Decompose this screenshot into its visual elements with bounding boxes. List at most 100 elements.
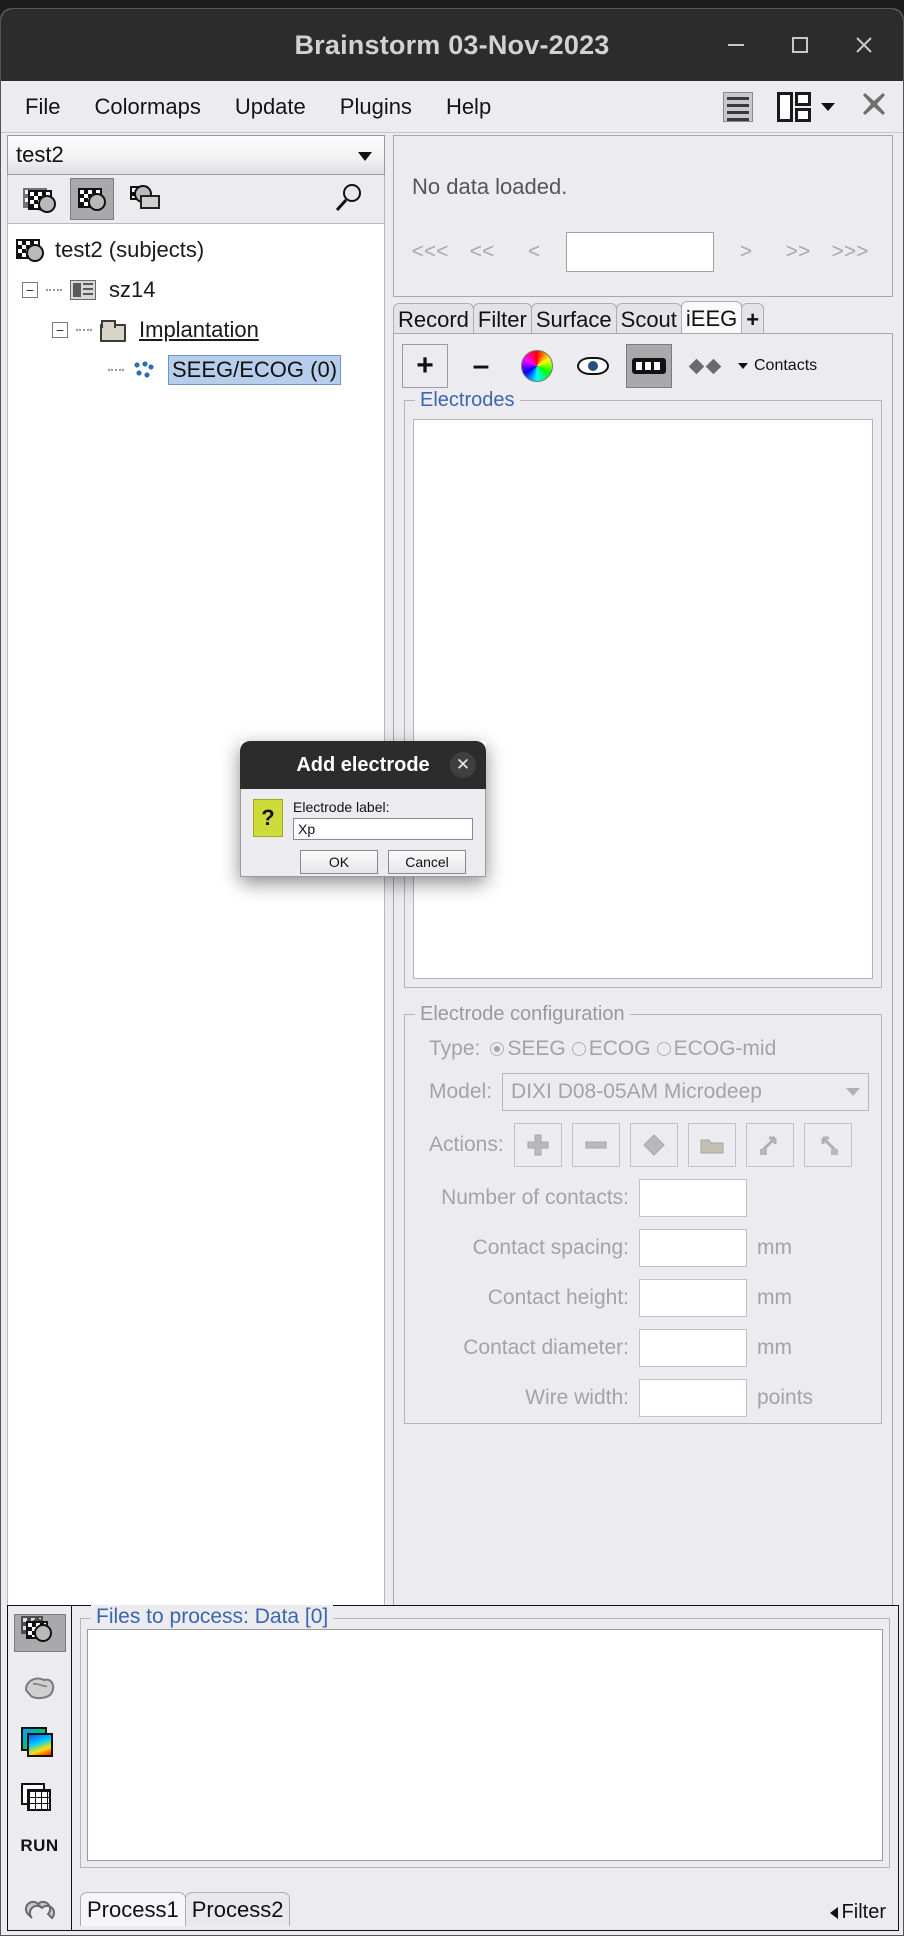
contact-diameter-label: Contact diameter: — [463, 1336, 629, 1359]
close-icon[interactable] — [849, 30, 879, 60]
time-nav-row: <<< << < > >> >>> — [404, 232, 876, 272]
anatomy-view-button[interactable] — [16, 178, 60, 220]
filter-toggle[interactable]: Filter — [829, 1901, 886, 1924]
layout-icon[interactable] — [777, 92, 811, 122]
electrode-label-input[interactable]: Xp — [293, 818, 473, 840]
tab-add[interactable]: + — [741, 303, 765, 335]
contact-diameter-unit: mm — [757, 1336, 792, 1359]
menu-colormaps[interactable]: Colormaps — [80, 90, 214, 124]
panel-select-icon[interactable] — [723, 92, 753, 122]
chevron-down-icon[interactable] — [821, 103, 835, 111]
tab-process2[interactable]: Process2 — [184, 1892, 291, 1926]
add-model-icon[interactable] — [513, 1123, 562, 1167]
electrodes-group-legend: Electrodes — [415, 389, 520, 412]
contact-diameter-input[interactable] — [639, 1329, 747, 1367]
contact-spacing-input[interactable] — [639, 1229, 747, 1267]
process-panel: RUN Files to process: Data [0] Process1 … — [7, 1605, 899, 1931]
electrode-color-button[interactable] — [514, 344, 560, 388]
search-icon[interactable] — [332, 181, 366, 220]
close-icon[interactable]: ✕ — [450, 752, 476, 778]
nav-next-page-button[interactable]: >> — [772, 240, 824, 264]
contact-height-input[interactable] — [639, 1279, 747, 1317]
expander-minus-icon[interactable]: − — [52, 322, 68, 338]
field-row-contacts: Number of contacts: — [405, 1173, 881, 1223]
add-electrode-button[interactable]: + — [402, 344, 448, 388]
color-wheel-icon — [521, 350, 553, 382]
radio-ecog-mid[interactable]: ECOG-mid — [656, 1037, 776, 1061]
radio-ecog[interactable]: ECOG — [571, 1037, 651, 1061]
cancel-button[interactable]: Cancel — [388, 850, 466, 874]
tab-ieeg[interactable]: iEEG — [680, 301, 743, 335]
tree-item-seeg-ecog[interactable]: SEEG/ECOG (0) — [8, 350, 384, 390]
tab-record[interactable]: Record — [393, 303, 474, 335]
app-root: Brainstorm 03-Nov-2023 File Colormaps Up… — [0, 0, 904, 1936]
tree-item-protocol[interactable]: test2 (subjects) — [8, 230, 384, 270]
remove-electrode-button[interactable]: – — [458, 344, 504, 388]
time-input[interactable] — [566, 232, 714, 272]
electrodes-list[interactable] — [413, 419, 873, 979]
protocol-select[interactable]: test2 — [7, 135, 385, 175]
process-source-button[interactable] — [14, 1670, 66, 1708]
nav-next-button[interactable]: > — [720, 240, 772, 264]
ok-button[interactable]: OK — [300, 850, 378, 874]
minimize-icon[interactable] — [721, 30, 751, 60]
process-matrix-button[interactable] — [14, 1781, 66, 1819]
radio-seeg[interactable]: SEEG — [490, 1037, 566, 1061]
tab-process1[interactable]: Process1 — [80, 1892, 186, 1926]
explorer-toolbar — [7, 175, 385, 223]
functional-subjects-view-button[interactable] — [70, 178, 114, 220]
menu-file[interactable]: File — [11, 90, 74, 124]
filter-label: Filter — [841, 1901, 886, 1923]
display-electrodes-button[interactable] — [626, 344, 672, 388]
menu-update[interactable]: Update — [221, 90, 320, 124]
load-model-icon[interactable] — [687, 1123, 736, 1167]
pipeline-icon[interactable] — [14, 1892, 66, 1930]
files-to-process-list[interactable] — [87, 1629, 883, 1861]
tree-connector — [46, 289, 62, 291]
show-hide-electrodes-button[interactable] — [570, 344, 616, 388]
window-controls — [721, 9, 893, 81]
radio-icon — [656, 1042, 671, 1056]
contact-spacing-unit: mm — [757, 1236, 792, 1259]
model-select[interactable]: DIXI D08-05AM Microdeep — [502, 1073, 869, 1111]
tab-filter[interactable]: Filter — [472, 303, 532, 335]
edit-model-icon[interactable] — [629, 1123, 678, 1167]
wire-width-unit: points — [757, 1386, 814, 1409]
remove-model-icon[interactable] — [571, 1123, 620, 1167]
process-data-button[interactable] — [13, 1614, 66, 1652]
contacts-dropdown[interactable]: Contacts — [738, 357, 817, 375]
tree-item-implantation[interactable]: − Implantation — [8, 310, 384, 350]
nav-prev-button[interactable]: < — [508, 240, 560, 264]
nav-prev-page-button[interactable]: << — [456, 240, 508, 264]
dialog-title-bar: Add electrode ✕ — [240, 741, 486, 789]
expander-minus-icon[interactable]: − — [22, 282, 38, 298]
database-tree[interactable]: test2 (subjects) − sz14 − Implantation S… — [7, 223, 385, 1613]
tab-surface[interactable]: Surface — [530, 303, 617, 335]
process-timefreq-button[interactable] — [14, 1725, 66, 1763]
number-of-contacts-input[interactable] — [639, 1179, 747, 1217]
tab-scout[interactable]: Scout — [615, 303, 682, 335]
menu-help[interactable]: Help — [432, 90, 505, 124]
set-tip-icon[interactable] — [745, 1123, 794, 1167]
menu-plugins[interactable]: Plugins — [326, 90, 426, 124]
menu-bar: File Colormaps Update Plugins Help — [1, 81, 903, 133]
radio-icon — [571, 1042, 586, 1056]
display-contacts-button[interactable] — [682, 344, 728, 388]
tree-item-subject[interactable]: − sz14 — [8, 270, 384, 310]
nav-first-button[interactable]: <<< — [404, 240, 456, 264]
functional-studies-view-button[interactable] — [124, 178, 168, 220]
actions-row: Actions: — [405, 1117, 881, 1173]
question-icon: ? — [253, 799, 283, 837]
model-row: Model: DIXI D08-05AM Microdeep — [405, 1067, 881, 1117]
maximize-icon[interactable] — [785, 30, 815, 60]
close-all-figures-icon[interactable] — [859, 89, 889, 125]
contact-height-unit: mm — [757, 1286, 792, 1309]
chevron-down-icon — [358, 152, 372, 161]
wire-width-input[interactable] — [639, 1379, 747, 1417]
run-label[interactable]: RUN — [20, 1836, 58, 1856]
files-to-process-legend: Files to process: Data [0] — [91, 1605, 334, 1629]
dialog-title: Add electrode — [296, 753, 430, 776]
set-entry-icon[interactable] — [803, 1123, 852, 1167]
nav-last-button[interactable]: >>> — [824, 240, 876, 264]
window-title: Brainstorm 03-Nov-2023 — [294, 29, 610, 60]
